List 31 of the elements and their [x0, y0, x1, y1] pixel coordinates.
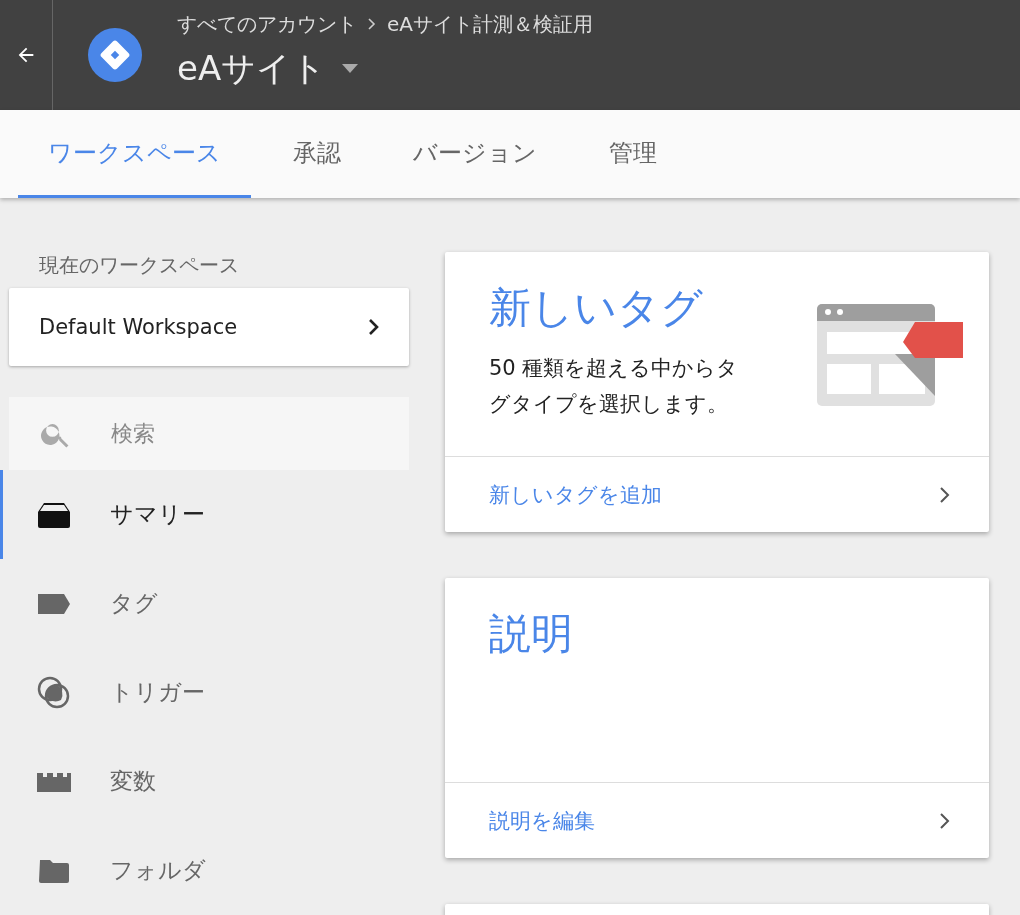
card-title: 新しいタグ — [489, 282, 704, 334]
chevron-right-icon — [367, 17, 377, 31]
breadcrumb-link[interactable]: すべてのアカウント — [177, 10, 357, 38]
breadcrumb-item: eAサイト計測＆検証用 — [387, 10, 593, 38]
nav-item[interactable]: 変数 — [0, 737, 409, 826]
folder-icon — [36, 857, 72, 884]
tab[interactable]: バージョン — [383, 110, 567, 198]
logo-icon — [87, 27, 143, 83]
dropdown-caret-icon[interactable] — [342, 63, 359, 74]
tray-icon — [36, 500, 72, 529]
nav-item[interactable]: トリガー — [0, 648, 409, 737]
chevron-right-icon — [939, 811, 951, 830]
tab[interactable]: 承認 — [263, 110, 371, 198]
nav-item[interactable]: タグ — [0, 559, 409, 648]
card-link[interactable]: 新しいタグを追加 — [445, 456, 989, 532]
nav-item[interactable]: フォルダ — [0, 826, 409, 915]
brick-icon — [36, 770, 72, 793]
card-title: 説明 — [489, 608, 574, 660]
chevron-right-icon — [939, 485, 951, 504]
nav-item[interactable]: サマリー — [0, 470, 409, 559]
overlapping-circles-icon — [36, 674, 72, 711]
tab[interactable]: ワークスペース — [18, 110, 251, 198]
search-field[interactable]: 検索 — [109, 420, 313, 447]
chevron-right-icon — [367, 317, 381, 337]
tag-icon — [36, 591, 72, 616]
card-description: 50 種類を超える中からタグタイプを選択します。 — [489, 355, 739, 418]
container-name[interactable]: eAサイト — [177, 45, 327, 92]
workspace-label: 現在のワークスペース — [39, 252, 240, 279]
workspace-selector[interactable]: Default Workspace — [9, 288, 409, 366]
card-link[interactable]: 説明を編集 — [445, 782, 989, 858]
tab[interactable]: 管理 — [579, 110, 687, 198]
